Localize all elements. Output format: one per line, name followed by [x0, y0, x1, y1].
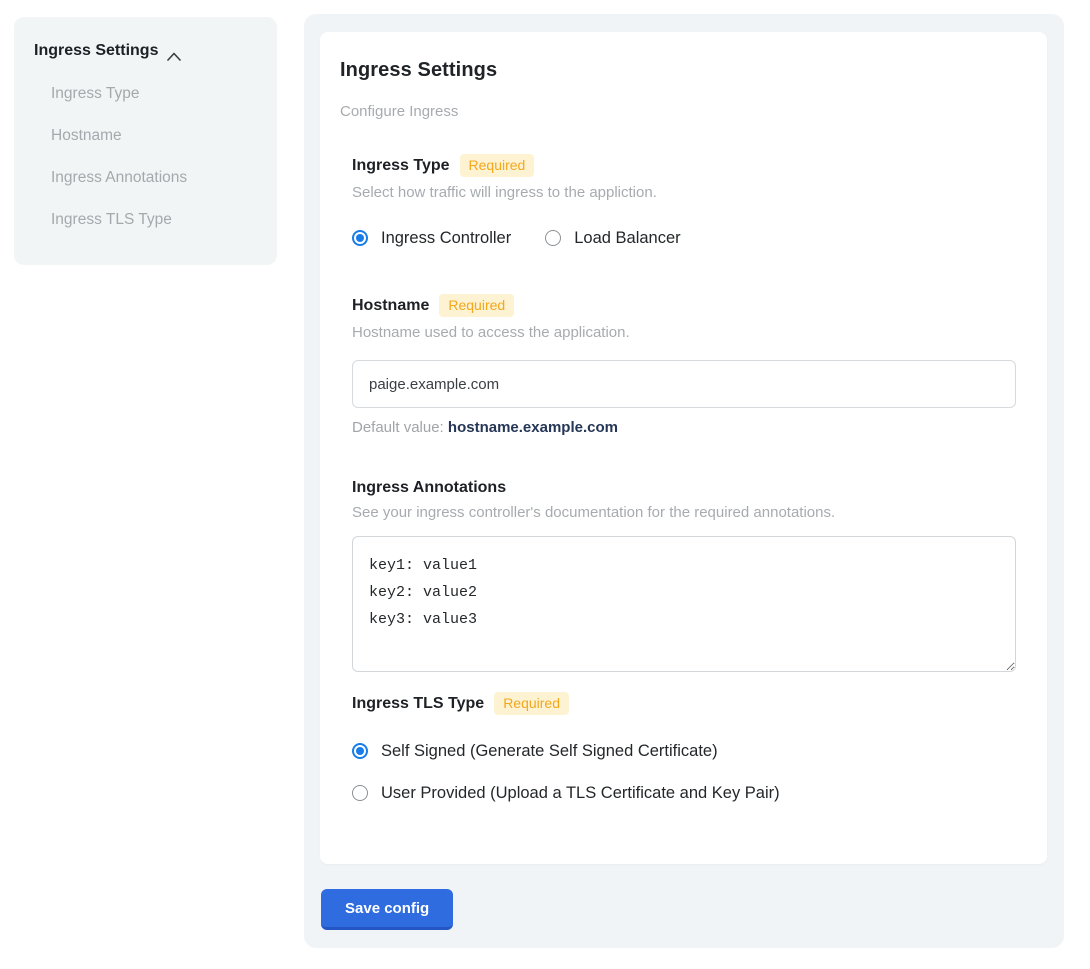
required-badge: Required [439, 294, 514, 317]
radio-label: Ingress Controller [381, 228, 511, 248]
sidebar-item-hostname[interactable]: Hostname [34, 128, 257, 144]
radio-unselected-icon[interactable] [352, 785, 368, 801]
section-title-hostname: Hostname [352, 297, 429, 315]
page-subtitle: Configure Ingress [340, 103, 1027, 120]
hostname-default-hint: Default value: hostname.example.com [352, 419, 1016, 436]
radio-label: Load Balancer [574, 228, 680, 248]
radio-label: Self Signed (Generate Self Signed Certif… [381, 741, 718, 761]
section-ingress-type: Ingress Type Required Select how traffic… [352, 154, 1016, 248]
section-ingress-tls-type: Ingress TLS Type Required Self Signed (G… [352, 692, 1016, 803]
settings-sidebar: Ingress Settings Ingress Type Hostname I… [14, 17, 277, 265]
radio-label: User Provided (Upload a TLS Certificate … [381, 783, 780, 803]
ingress-settings-card: Ingress Settings Configure Ingress Ingre… [320, 32, 1047, 864]
radio-unselected-icon[interactable] [545, 230, 561, 246]
default-value-text: hostname.example.com [448, 419, 618, 436]
section-ingress-annotations: Ingress Annotations See your ingress con… [352, 479, 1016, 672]
section-title-ingress-annotations: Ingress Annotations [352, 479, 506, 497]
section-desc-ingress-type: Select how traffic will ingress to the a… [352, 184, 1016, 201]
radio-load-balancer[interactable]: Load Balancer [545, 228, 680, 248]
hostname-input[interactable] [352, 360, 1016, 408]
sidebar-item-ingress-type[interactable]: Ingress Type [34, 86, 257, 102]
ingress-type-radio-group: Ingress Controller Load Balancer [352, 228, 1016, 248]
chevron-up-icon [167, 48, 181, 57]
radio-user-provided[interactable]: User Provided (Upload a TLS Certificate … [352, 783, 1016, 803]
sidebar-item-ingress-tls-type[interactable]: Ingress TLS Type [34, 212, 257, 228]
sidebar-nav: Ingress Type Hostname Ingress Annotation… [34, 86, 257, 228]
main-panel: Ingress Settings Configure Ingress Ingre… [304, 14, 1064, 948]
radio-selected-icon[interactable] [352, 230, 368, 246]
ingress-annotations-textarea[interactable]: key1: value1 key2: value2 key3: value3 [352, 536, 1016, 672]
required-badge: Required [460, 154, 535, 177]
sidebar-group-ingress-settings[interactable]: Ingress Settings [34, 42, 257, 60]
section-desc-ingress-annotations: See your ingress controller's documentat… [352, 504, 1016, 521]
required-badge: Required [494, 692, 569, 715]
section-hostname: Hostname Required Hostname used to acces… [352, 294, 1016, 436]
page-title: Ingress Settings [340, 59, 1027, 82]
radio-ingress-controller[interactable]: Ingress Controller [352, 228, 511, 248]
radio-selected-icon[interactable] [352, 743, 368, 759]
sidebar-group-title: Ingress Settings [34, 42, 158, 60]
section-title-ingress-tls-type: Ingress TLS Type [352, 695, 484, 713]
default-value-label: Default value: [352, 419, 444, 436]
save-config-button[interactable]: Save config [321, 889, 453, 930]
tls-type-radio-group: Self Signed (Generate Self Signed Certif… [352, 741, 1016, 803]
sidebar-item-ingress-annotations[interactable]: Ingress Annotations [34, 170, 257, 186]
section-title-ingress-type: Ingress Type [352, 157, 450, 175]
section-desc-hostname: Hostname used to access the application. [352, 324, 1016, 341]
radio-self-signed[interactable]: Self Signed (Generate Self Signed Certif… [352, 741, 1016, 761]
